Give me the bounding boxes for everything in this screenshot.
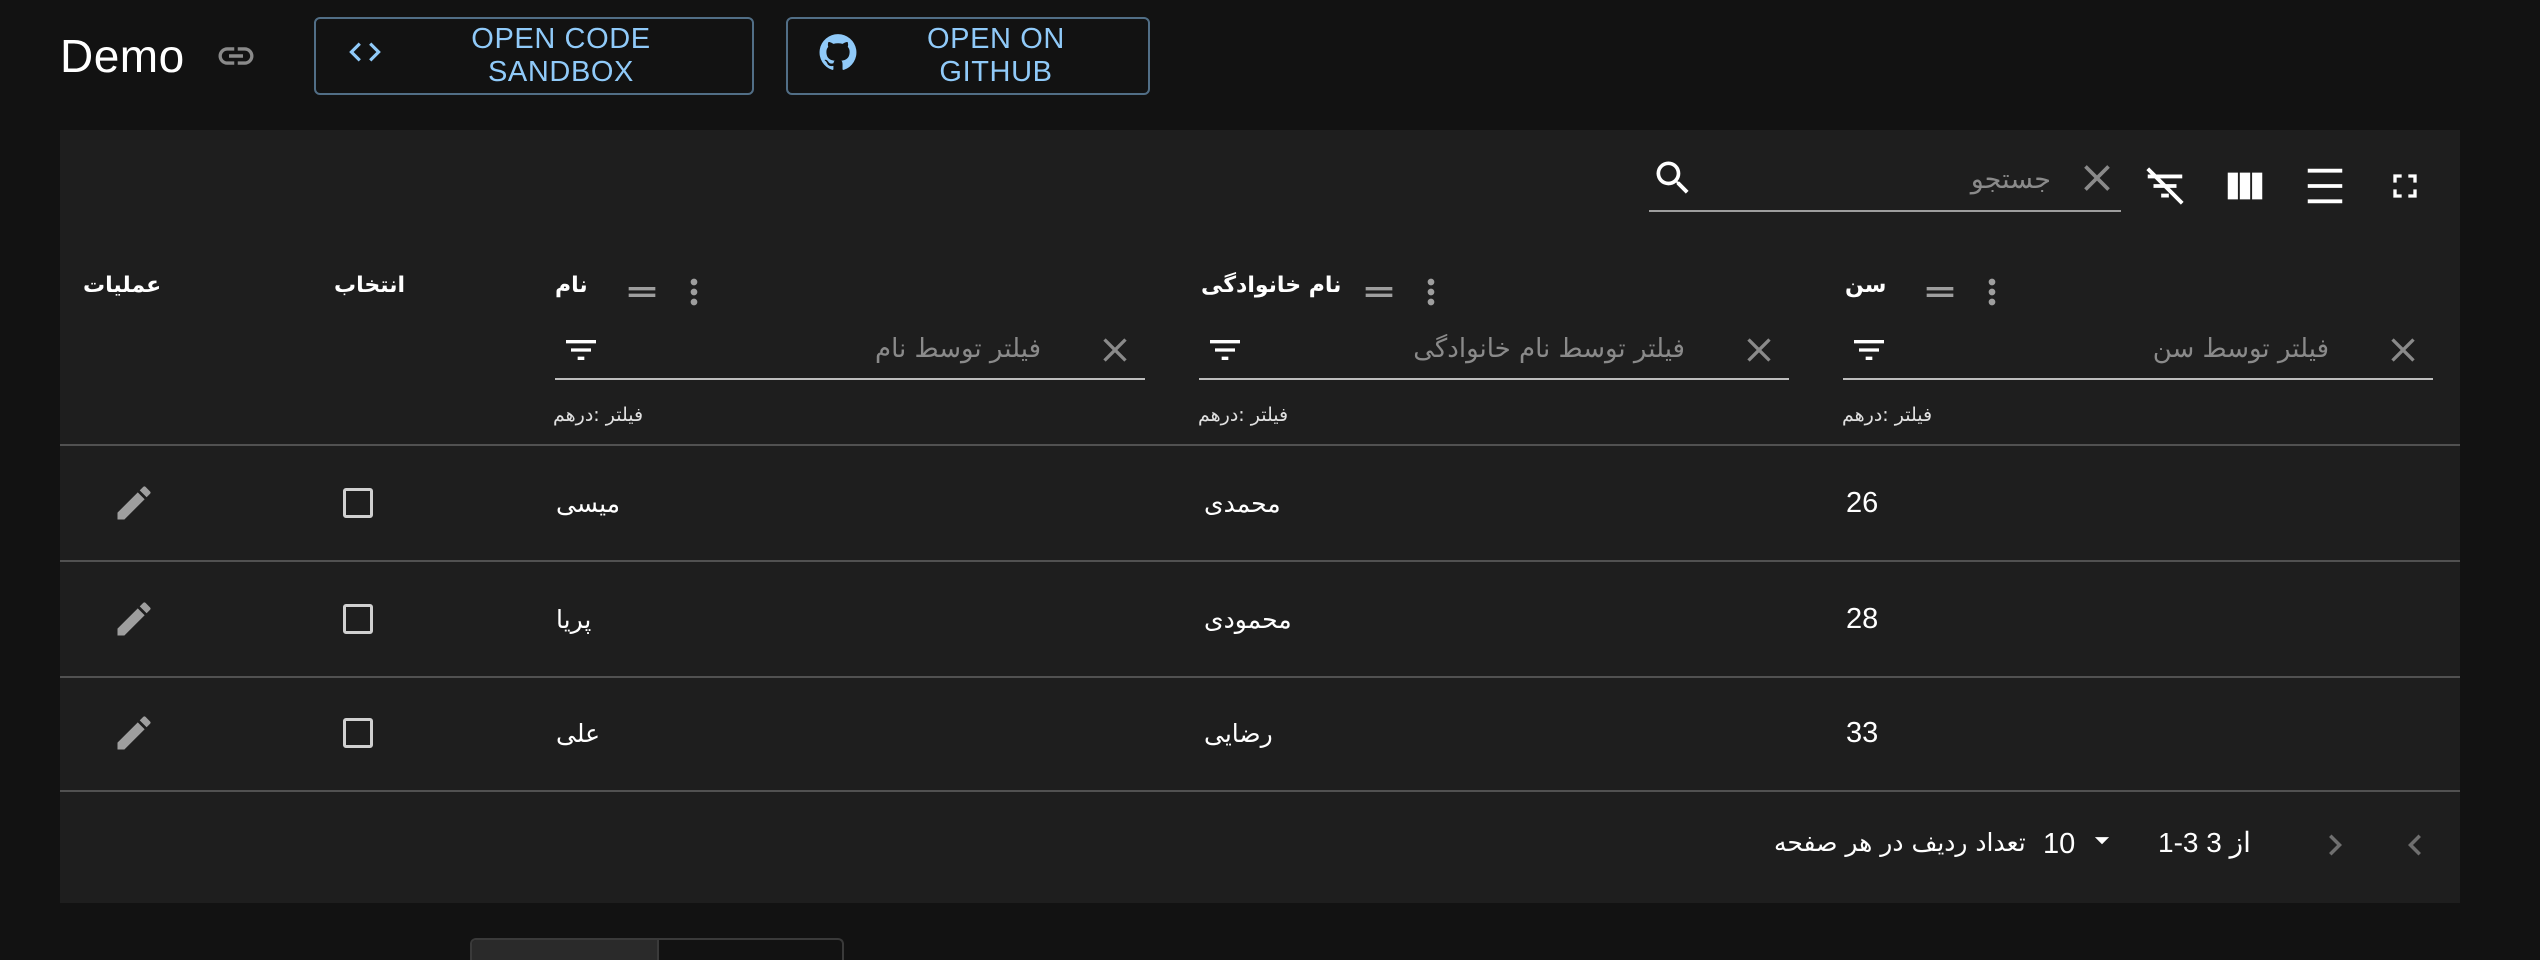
search-input[interactable] bbox=[1709, 152, 2053, 206]
edit-icon[interactable] bbox=[112, 562, 156, 676]
first-name-filter bbox=[555, 322, 1145, 380]
more-vert-icon[interactable] bbox=[1411, 272, 1451, 317]
rows-per-page-label: تعداد ردیف در هر صفحه bbox=[1774, 828, 2026, 857]
rows-per-page-value: 10 bbox=[2043, 827, 2076, 860]
column-header-age[interactable]: سن bbox=[1845, 273, 1886, 298]
more-vert-icon[interactable] bbox=[674, 272, 714, 317]
open-code-sandbox-button[interactable]: OPEN CODE SANDBOX bbox=[314, 17, 754, 95]
table-row: علی رضایی 33 bbox=[60, 676, 2460, 790]
last-name-cell: محمدی bbox=[1204, 488, 1281, 518]
drag-handle-icon[interactable] bbox=[622, 272, 662, 317]
age-cell: 33 bbox=[1846, 716, 1879, 749]
rows-per-page-select[interactable]: 10 bbox=[2043, 822, 2119, 866]
first-name-filter-mode: فیلتر :درهم bbox=[553, 404, 644, 426]
view-column-icon[interactable] bbox=[2219, 160, 2271, 212]
column-header-last-name[interactable]: نام خانوادگی bbox=[1201, 273, 1341, 298]
age-filter-input[interactable] bbox=[1907, 324, 2331, 374]
filter-list-icon bbox=[561, 330, 601, 370]
page-header: Demo bbox=[60, 16, 257, 96]
column-header-first-name[interactable]: نام bbox=[555, 273, 588, 298]
page-title: Demo bbox=[60, 30, 185, 82]
bottom-toggle-group[interactable] bbox=[470, 938, 844, 960]
age-filter bbox=[1843, 322, 2433, 380]
search-box bbox=[1649, 152, 2121, 212]
fullscreen-icon[interactable] bbox=[2379, 160, 2431, 212]
row-select-checkbox[interactable] bbox=[343, 488, 373, 518]
open-on-github-button[interactable]: OPEN ON GITHUB bbox=[786, 17, 1150, 95]
row-select-checkbox[interactable] bbox=[343, 718, 373, 748]
first-name-cell: پریا bbox=[556, 604, 592, 634]
first-name-cell: علی bbox=[556, 718, 601, 748]
last-name-filter-mode: فیلتر :درهم bbox=[1198, 404, 1289, 426]
filter-list-icon bbox=[1849, 330, 1889, 370]
drag-handle-icon[interactable] bbox=[1359, 272, 1399, 317]
open-code-sandbox-label: OPEN CODE SANDBOX bbox=[471, 23, 651, 88]
toggle-divider bbox=[657, 940, 659, 960]
filter-off-icon[interactable] bbox=[2139, 160, 2191, 212]
edit-icon[interactable] bbox=[112, 676, 156, 790]
more-vert-icon[interactable] bbox=[1972, 272, 2012, 317]
first-name-cell: میسی bbox=[556, 488, 621, 518]
first-name-filter-input[interactable] bbox=[619, 324, 1043, 374]
column-header-actions: عملیات bbox=[83, 273, 162, 298]
last-name-cell: رضایی bbox=[1204, 718, 1273, 748]
clear-filter-icon[interactable] bbox=[1095, 330, 1135, 370]
pagination-bar: تعداد ردیف در هر صفحه 10 از 3 3-1 bbox=[60, 790, 2460, 903]
clear-filter-icon[interactable] bbox=[2383, 330, 2423, 370]
chevron-right-icon[interactable] bbox=[2310, 820, 2360, 870]
table-row: پریا محمودی 28 bbox=[60, 562, 2460, 676]
pagination-range: از 3 3-1 bbox=[2158, 827, 2251, 858]
row-select-checkbox[interactable] bbox=[343, 604, 373, 634]
table-row: میسی محمدی 26 bbox=[60, 446, 2460, 560]
github-icon bbox=[818, 32, 858, 80]
toggle-option-selected[interactable] bbox=[472, 940, 657, 960]
density-icon[interactable] bbox=[2299, 160, 2351, 212]
age-cell: 26 bbox=[1846, 486, 1879, 519]
age-cell: 28 bbox=[1846, 602, 1879, 635]
last-name-cell: محمودی bbox=[1204, 604, 1292, 634]
clear-search-icon[interactable] bbox=[2075, 156, 2119, 200]
link-icon[interactable] bbox=[215, 35, 257, 77]
code-icon bbox=[346, 33, 384, 79]
filter-list-icon bbox=[1205, 330, 1245, 370]
age-filter-mode: فیلتر :درهم bbox=[1842, 404, 1933, 426]
drag-handle-icon[interactable] bbox=[1920, 272, 1960, 317]
data-table: عملیات انتخاب نام فیلتر :درهم نام خانواد… bbox=[60, 130, 2460, 903]
chevron-left-icon[interactable] bbox=[2390, 820, 2440, 870]
column-header-select: انتخاب bbox=[334, 273, 406, 298]
last-name-filter-input[interactable] bbox=[1263, 324, 1687, 374]
open-on-github-label: OPEN ON GITHUB bbox=[927, 23, 1065, 88]
table-toolbar bbox=[60, 130, 2460, 240]
clear-filter-icon[interactable] bbox=[1739, 330, 1779, 370]
search-icon bbox=[1651, 156, 1695, 200]
edit-icon[interactable] bbox=[112, 446, 156, 560]
last-name-filter bbox=[1199, 322, 1789, 380]
arrow-drop-down-icon bbox=[2085, 823, 2119, 865]
